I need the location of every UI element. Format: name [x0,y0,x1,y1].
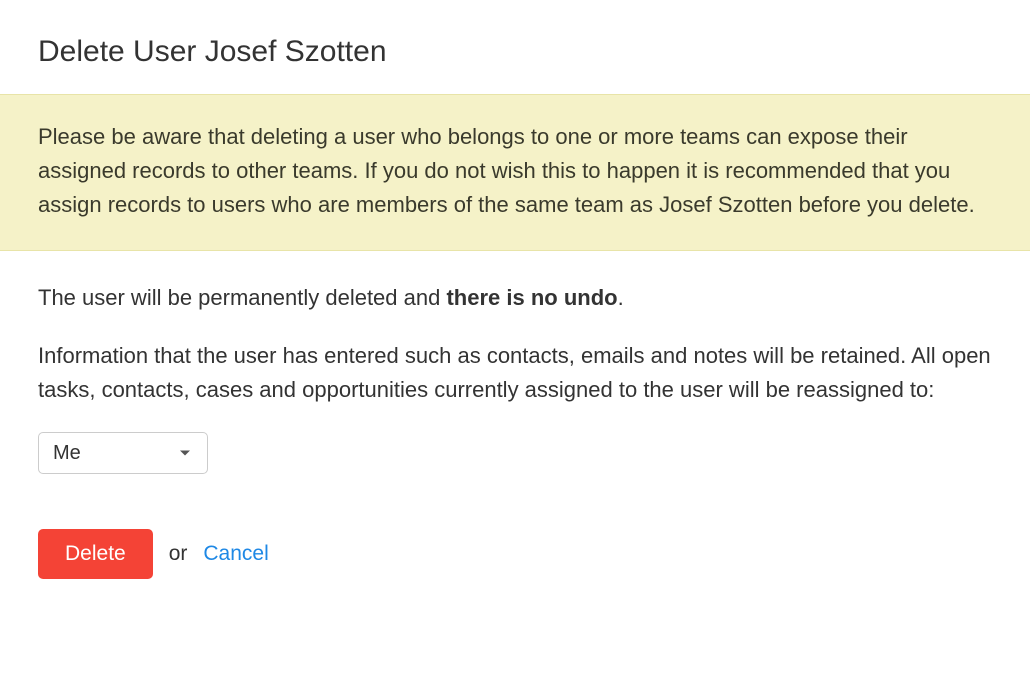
permanent-delete-text: The user will be permanently deleted and… [38,281,992,315]
cancel-link[interactable]: Cancel [203,542,268,566]
or-text: or [169,542,188,566]
warning-banner: Please be aware that deleting a user who… [0,94,1030,251]
reassign-select[interactable]: Me [38,432,208,474]
permanent-prefix: The user will be permanently deleted and [38,285,446,310]
body-text: The user will be permanently deleted and… [0,251,1030,407]
delete-user-dialog: Delete User Josef Szotten Please be awar… [0,0,1030,579]
page-title: Delete User Josef Szotten [0,0,1030,69]
reassign-info-text: Information that the user has entered su… [38,339,992,407]
no-undo-text: there is no undo [446,285,617,310]
action-row: Delete or Cancel [0,474,1030,579]
delete-button[interactable]: Delete [38,529,153,579]
permanent-suffix: . [618,285,624,310]
reassign-select-wrapper: Me [38,432,208,474]
